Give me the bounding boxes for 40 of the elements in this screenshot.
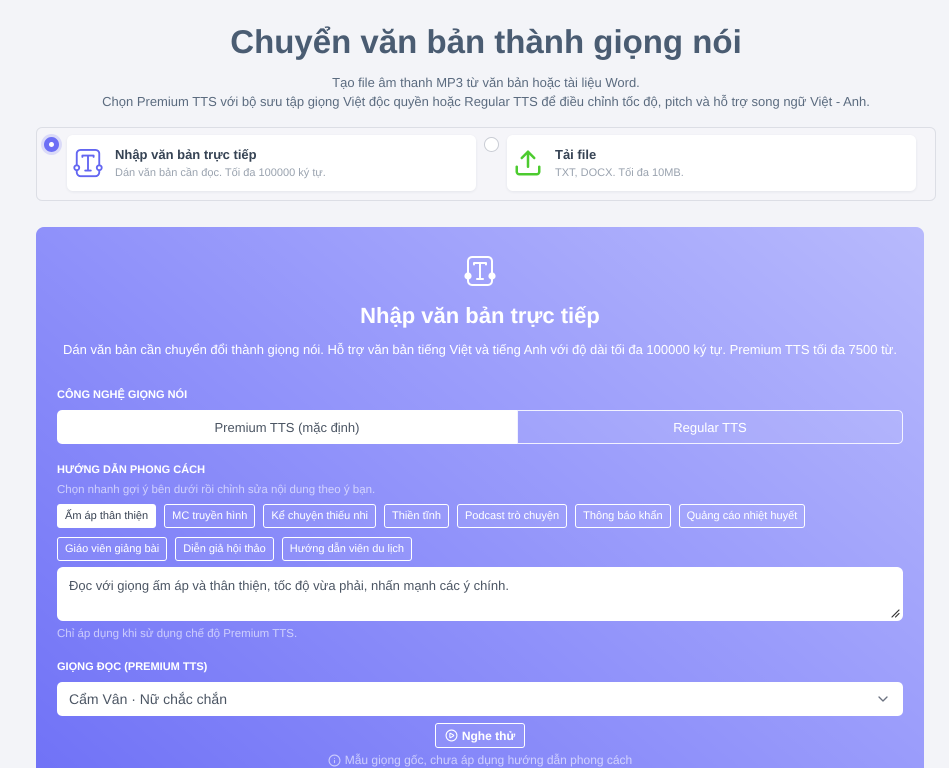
style-preset-chip[interactable]: Diễn giả hội thảo <box>175 537 274 561</box>
section-label: HƯỚNG DẪN PHONG CÁCH <box>57 463 206 477</box>
style-preset-chip[interactable]: Podcast trò chuyện <box>456 504 568 528</box>
upload-icon <box>513 148 543 178</box>
style-preset-chip[interactable]: Hướng dẫn viên du lịch <box>282 537 412 561</box>
page-subtitle: Tạo file âm thanh MP3 từ văn bản hoặc tài liệu Word. <box>332 74 640 92</box>
preview-note: Mẫu giọng gốc, chưa áp dụng hướng dẫn phong cách <box>344 753 632 767</box>
tts-mode-tab[interactable]: Regular TTS <box>517 410 903 444</box>
style-preset-chip[interactable]: Ấm áp thân thiện <box>57 504 156 528</box>
text-box-icon <box>73 148 103 178</box>
mode-description: TXT, DOCX. Tối đa 10MB. <box>555 167 684 179</box>
voice-select[interactable]: Cẩm Vân · Nữ chắc chắn <box>57 682 903 716</box>
radio-button[interactable] <box>44 137 59 152</box>
panel-title: Nhập văn bản trực tiếp <box>360 302 600 330</box>
style-preset-chip[interactable]: Kể chuyện thiếu nhi <box>263 504 376 528</box>
mode-title: Tải file <box>555 147 598 162</box>
section-label: GIỌNG ĐỌC (PREMIUM TTS) <box>57 660 208 674</box>
text-box-icon <box>464 255 496 287</box>
page-subtitle: Chọn Premium TTS với bộ sưu tập giọng Việt độc quyền hoặc Regular TTS để điều chỉnh tốc độ, pitch và hỗ trợ song ngữ Việt - Anh. <box>102 93 870 111</box>
mode-description: Dán văn bản cần đọc. Tối đa 100000 ký tự. <box>115 167 326 179</box>
style-preset-chip[interactable]: MC truyền hình <box>164 504 256 528</box>
style-hint: Chọn nhanh gợi ý bên dưới rồi chỉnh sửa nội dung theo ý bạn. <box>57 483 376 498</box>
style-preset-chip[interactable]: Quảng cáo nhiệt huyết <box>678 504 806 528</box>
info-icon <box>328 754 341 766</box>
style-note: Chỉ áp dụng khi sử dụng chế độ Premium TTS. <box>57 627 298 642</box>
input-mode-card[interactable]: Nhập văn bản trực tiếp Dán văn bản cần đọc. Tối đa 100000 ký tự. <box>67 135 476 191</box>
input-mode-card[interactable]: Tải file TXT, DOCX. Tối đa 10MB. <box>507 135 916 191</box>
preview-button[interactable]: Nghe thử <box>434 723 526 748</box>
tts-mode-tab[interactable]: Premium TTS (mặc định) <box>57 410 517 444</box>
panel-description: Dán văn bản cần chuyển đổi thành giọng nói. Hỗ trợ văn bản tiếng Việt và tiếng Anh với độ dài tối đa 100000 ký tự. Premium TTS tối đa 7500 từ. <box>63 341 897 359</box>
style-preset-chip[interactable]: Thông báo khẩn <box>575 504 671 528</box>
mode-title: Nhập văn bản trực tiếp <box>115 147 258 162</box>
section-label: CÔNG NGHỆ GIỌNG NÓI <box>57 388 188 402</box>
play-icon <box>444 729 458 742</box>
resize-grip-icon[interactable] <box>891 609 900 618</box>
style-preset-chip[interactable]: Giáo viên giảng bài <box>57 537 168 561</box>
radio-button[interactable] <box>484 137 499 152</box>
style-preset-chip[interactable]: Thiền tĩnh <box>384 504 449 528</box>
style-text-area[interactable]: Đọc với giọng ấm áp và thân thiện, tốc độ vừa phải, nhấn mạnh các ý chính. <box>57 567 903 621</box>
page-title: Chuyển văn bản thành giọng nói <box>230 22 742 62</box>
